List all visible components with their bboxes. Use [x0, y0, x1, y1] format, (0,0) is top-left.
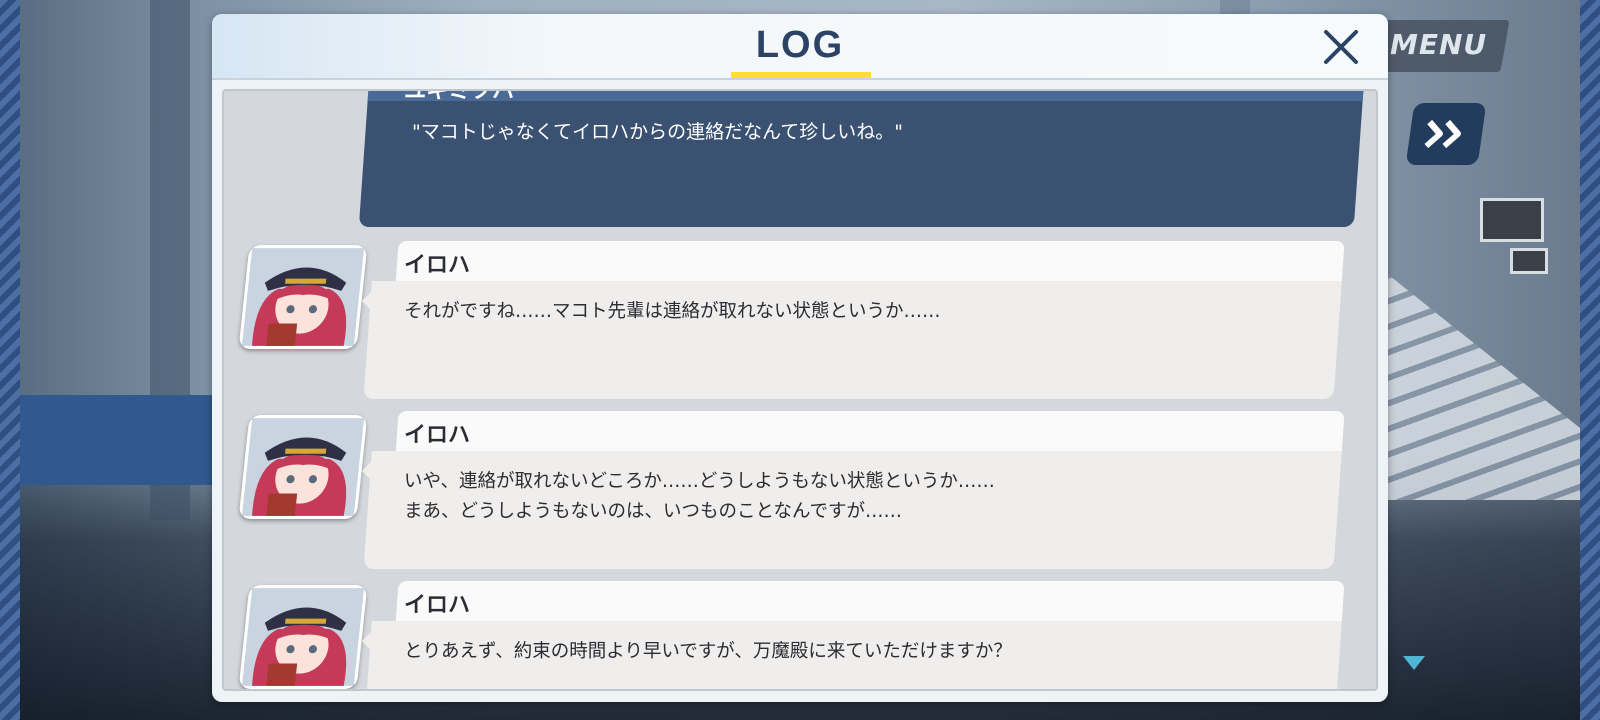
bubble-tail [362, 289, 374, 313]
dialogue-line: とりあえず、約束の時間より早いですが、万魔殿に来ていただけますか？ [404, 641, 1012, 662]
log-title: LOG [755, 24, 845, 66]
log-header: LOG [212, 14, 1388, 80]
title-underline [731, 72, 871, 78]
menu-label[interactable]: MENU [1390, 28, 1487, 61]
speaker-name-bar [395, 581, 1345, 621]
log-entry-player: ユキミツハ "マコトじゃなくてイロハからの連絡だなんて珍しいね。" [224, 89, 1376, 229]
dialogue-line: "マコトじゃなくてイロハからの連絡だなんて珍しいね。" [412, 121, 903, 143]
speaker-name: イロハ [404, 253, 471, 278]
speaker-name: イロハ [404, 423, 471, 448]
dialogue-bubble [363, 581, 1345, 689]
player-bubble-tail [1346, 111, 1358, 135]
background-stairs [1370, 260, 1580, 500]
bubble-tail [362, 629, 374, 653]
dialogue-line: それがですね……マコト先輩は連絡が取れない状態というか…… [404, 301, 941, 322]
dialogue-line: まあ、どうしようもないのは、いつものことなんですが…… [404, 501, 903, 522]
scroll-down-indicator-icon[interactable] [1403, 656, 1425, 670]
background-picture-frame [1480, 198, 1544, 242]
background-picture-frame [1510, 248, 1548, 274]
border-stripe-right [1580, 0, 1600, 720]
border-stripe-left [0, 0, 20, 720]
log-entry: イロハ いや、連絡が取れないどころか……どうしようもない状態というか…… まあ、… [224, 411, 1376, 571]
speaker-name-bar [395, 411, 1345, 451]
character-avatar [238, 415, 368, 519]
player-bubble [358, 91, 1365, 227]
character-avatar [238, 585, 368, 689]
bubble-tail [362, 459, 374, 483]
character-portrait-icon [241, 248, 365, 346]
speaker-name-bar [395, 241, 1345, 281]
close-icon [1324, 30, 1358, 64]
log-entry: イロハ それがですね……マコト先輩は連絡が取れない状態というか…… [224, 241, 1376, 401]
log-list[interactable]: ユキミツハ "マコトじゃなくてイロハからの連絡だなんて珍しいね。" イロハ それ… [222, 89, 1378, 691]
speaker-name: イロハ [404, 593, 471, 618]
dialogue-line: いや、連絡が取れないどころか……どうしようもない状態というか…… [404, 471, 995, 492]
character-portrait-icon [241, 588, 365, 686]
log-entry: イロハ とりあえず、約束の時間より早いですが、万魔殿に来ていただけますか？ [224, 581, 1376, 689]
character-portrait-icon [241, 418, 365, 516]
log-panel: LOG ユキミツハ "マコトじゃなくてイロハからの連絡だなんて珍しいね。" イロ… [212, 14, 1388, 702]
character-avatar [238, 245, 368, 349]
speaker-name: ユキミツハ [404, 89, 515, 104]
close-button[interactable] [1320, 26, 1362, 68]
player-name-strip [367, 91, 1365, 101]
fast-forward-button[interactable] [1405, 103, 1487, 165]
double-chevron-right-icon [1424, 119, 1462, 149]
